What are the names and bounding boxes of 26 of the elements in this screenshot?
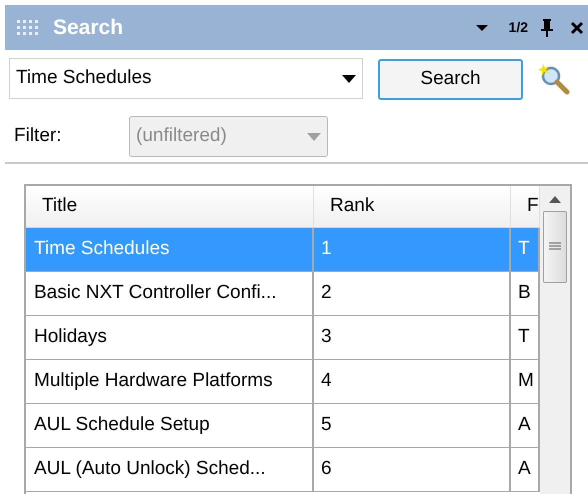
column-header[interactable]: Rank — [314, 186, 511, 227]
scroll-thumb[interactable] — [543, 211, 567, 283]
scroll-up-icon[interactable] — [549, 196, 561, 203]
filter-label: Filter: — [14, 124, 62, 148]
column-header[interactable]: Title — [26, 186, 314, 227]
table-cell: AUL (Auto Unlock) Sched... — [26, 448, 314, 491]
caret-icon — [342, 74, 356, 82]
close-icon[interactable] — [570, 20, 584, 34]
panel-title: Search — [53, 14, 124, 41]
search-button[interactable]: Search — [378, 59, 523, 100]
grip-lines-icon — [549, 242, 561, 252]
result-row[interactable]: Multiple Hardware Platforms 4 M — [26, 360, 540, 404]
scrollbar[interactable] — [540, 186, 570, 494]
grip-icon[interactable] — [15, 18, 39, 38]
result-row[interactable]: AUL Schedule Setup 5 A — [26, 404, 540, 448]
table-cell: 6 — [314, 448, 511, 491]
result-row[interactable]: Basic NXT Controller Confi... 2 B — [26, 272, 540, 316]
filter-combo: (unfiltered) — [129, 116, 328, 157]
pin-icon[interactable] — [540, 18, 554, 38]
result-row[interactable]: AUL (Auto Unlock) Sched... 6 A — [26, 448, 540, 492]
dropdown-icon[interactable] — [474, 24, 489, 32]
magnifier-icon[interactable] — [538, 62, 570, 94]
page-indicator[interactable]: 1/2 — [508, 17, 528, 38]
result-row[interactable]: Holidays 3 T — [26, 316, 540, 360]
search-combo[interactable]: Time Schedules — [9, 58, 363, 99]
caret-icon — [307, 132, 321, 140]
